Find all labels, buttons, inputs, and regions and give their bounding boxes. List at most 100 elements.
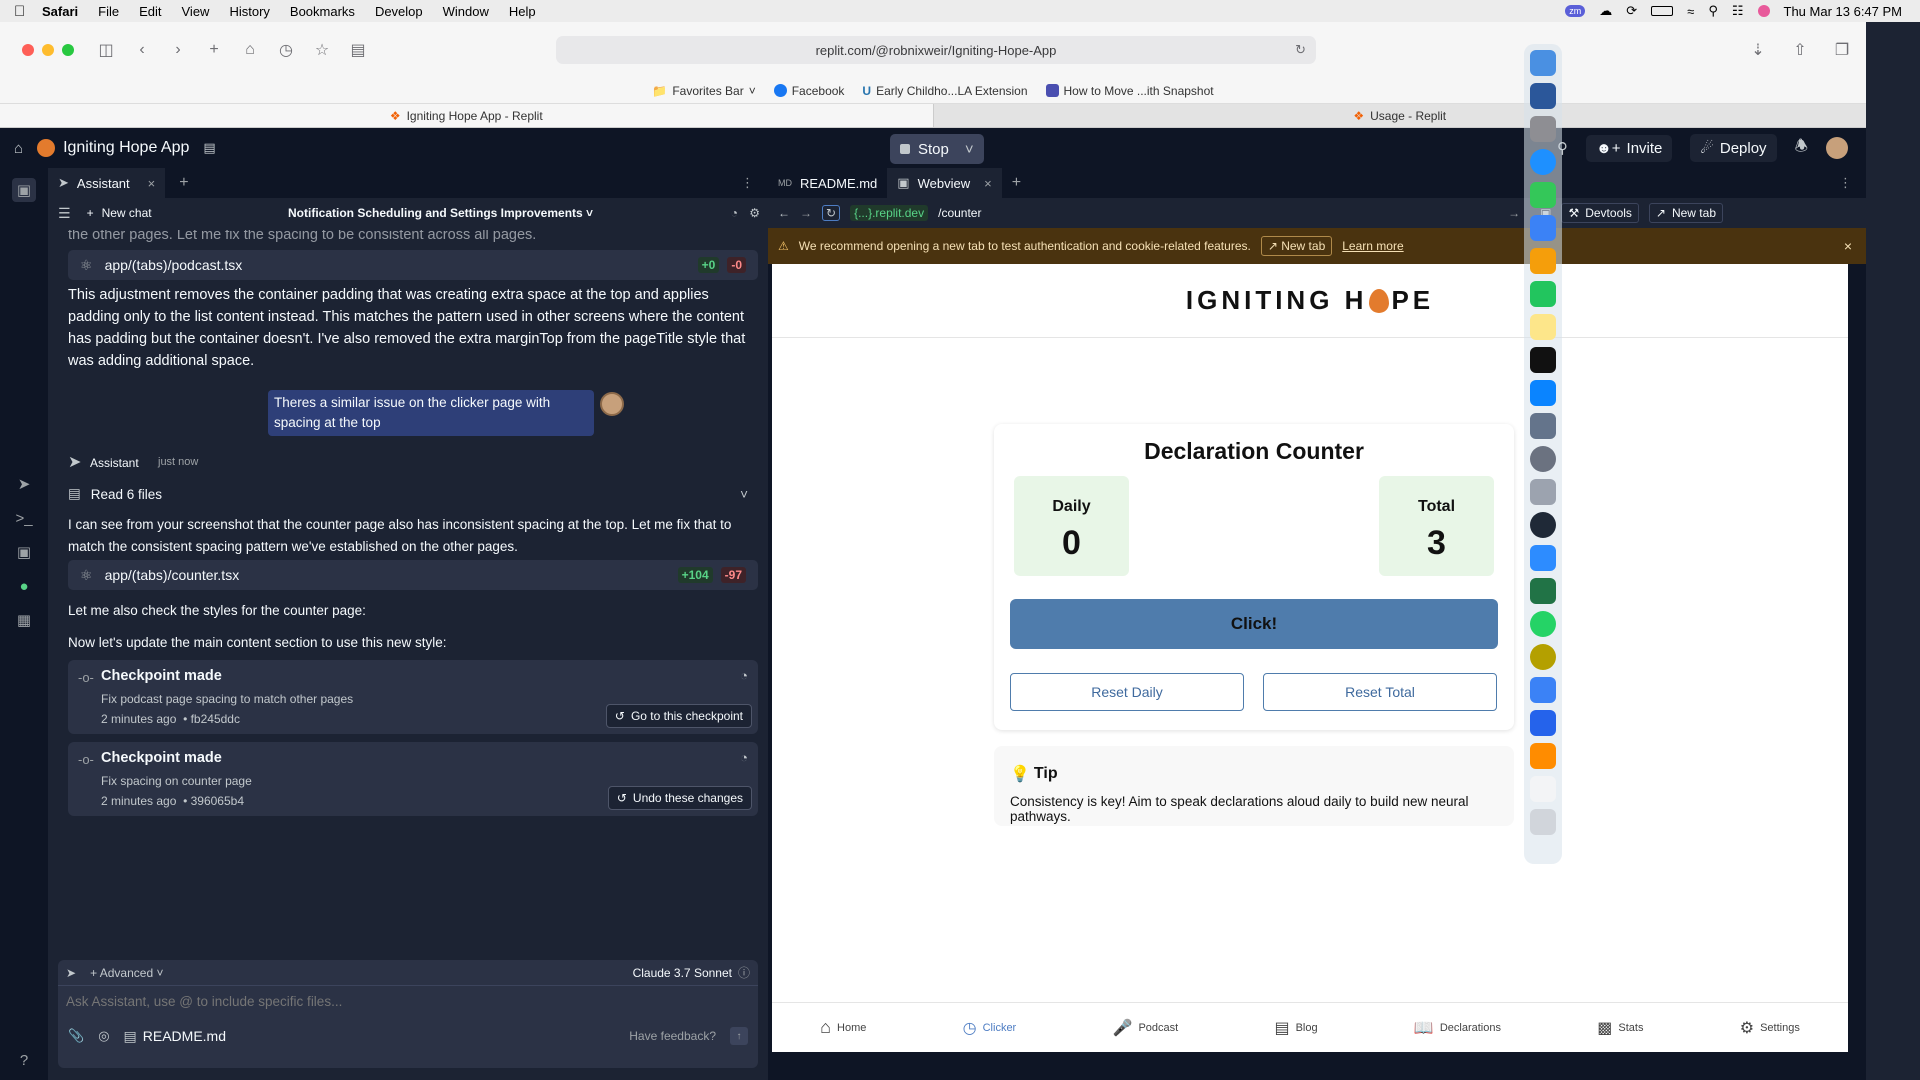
nav-settings[interactable]: ⚙ Settings [1740, 1018, 1800, 1038]
open-new-tab-button[interactable]: ↗ New tab [1648, 203, 1723, 223]
nav-stats[interactable]: ▩ Stats [1597, 1018, 1643, 1038]
spotlight-icon[interactable]: ⚲ [1708, 3, 1718, 19]
forward-arrow-icon[interactable]: → [800, 206, 812, 220]
add-tab-icon[interactable]: + [1012, 174, 1021, 192]
speed-icon[interactable]: ◔ [731, 206, 738, 220]
deploy-button[interactable]: ☄ Deploy [1690, 134, 1777, 162]
tab-readme[interactable]: MD README.md [768, 168, 887, 198]
whatsapp-icon[interactable] [1530, 611, 1556, 637]
menu-app-name[interactable]: Safari [42, 4, 78, 19]
apple-icon[interactable]:  [14, 3, 42, 20]
preview-icon[interactable]: ◔ [740, 750, 748, 765]
nav-clicker[interactable]: ◷ Clicker [963, 1018, 1017, 1038]
user-avatar[interactable] [1826, 137, 1848, 159]
close-window-button[interactable] [22, 44, 34, 56]
invite-button[interactable]: ☻+ Invite [1586, 134, 1673, 162]
menu-develop[interactable]: Develop [375, 4, 423, 19]
reload-icon[interactable]: ↻ [1295, 42, 1306, 58]
clock-text[interactable]: Thu Mar 13 6:47 PM [1784, 4, 1903, 19]
facetime-icon[interactable] [1530, 281, 1556, 307]
trash-icon[interactable] [1530, 809, 1556, 835]
undo-changes-button[interactable]: ↺ Undo these changes [607, 786, 752, 810]
menu-file[interactable]: File [98, 4, 119, 19]
dismiss-warning-icon[interactable]: × [1844, 238, 1852, 254]
back-arrow-icon[interactable]: ← [778, 206, 790, 220]
chrome-canary-icon[interactable] [1530, 644, 1556, 670]
menu-edit[interactable]: Edit [139, 4, 161, 19]
safari-icon[interactable] [1530, 149, 1556, 175]
control-center-icon[interactable]: ☷ [1732, 3, 1744, 19]
go-arrow-icon[interactable]: → [1508, 206, 1520, 220]
attach-paperclip-icon[interactable]: 📎 [68, 1028, 84, 1044]
model-selector[interactable]: Claude 3.7 Sonnet [633, 966, 732, 980]
zoom-icon[interactable] [1530, 545, 1556, 571]
mention-icon[interactable]: ◎ [98, 1028, 109, 1044]
excel-icon[interactable] [1530, 578, 1556, 604]
document-icon[interactable] [1530, 776, 1556, 802]
webview-icon[interactable]: ▣ [12, 540, 36, 564]
mail-icon[interactable] [1530, 215, 1556, 241]
tab-assistant[interactable]: ➤ Assistant × [48, 168, 166, 198]
menu-bookmarks[interactable]: Bookmarks [290, 4, 355, 19]
git-icon[interactable]: ● [12, 574, 36, 598]
tab-webview[interactable]: ▣ Webview × [887, 168, 1002, 198]
download-icon[interactable]: ⇣ [1744, 36, 1772, 64]
more-options-icon[interactable]: ⋮ [1839, 175, 1852, 191]
home-icon[interactable]: ⌂ [14, 140, 23, 157]
xcode-icon[interactable] [1530, 677, 1556, 703]
file-change-chip[interactable]: ⚛ app/(tabs)/counter.tsx +104 -97 [68, 560, 758, 590]
read-files-row[interactable]: ▤ Read 6 files ˅ [68, 482, 758, 506]
stop-button[interactable]: Stop ˅ [890, 134, 984, 164]
finder-icon[interactable] [1530, 50, 1556, 76]
tab-overview-icon[interactable]: ❐ [1828, 36, 1856, 64]
messages-icon[interactable] [1530, 182, 1556, 208]
send-button[interactable]: ↑ [730, 1027, 748, 1045]
click-button[interactable]: Click! [1010, 599, 1498, 649]
new-tab-plus-icon[interactable]: + [200, 36, 228, 64]
zoom-status-icon[interactable]: zm [1565, 5, 1586, 17]
favorites-bar-folder[interactable]: 📁 Favorites Bar ˅ [652, 84, 755, 98]
repl-avatar-icon[interactable] [37, 139, 56, 157]
more-options-icon[interactable]: ⋮ [741, 175, 754, 191]
chat-title[interactable]: Notification Scheduling and Settings Imp… [288, 206, 593, 220]
forward-icon[interactable]: › [164, 36, 192, 64]
reset-total-button[interactable]: Reset Total [1263, 673, 1497, 711]
chat-history-menu-icon[interactable]: ☰ [58, 205, 71, 222]
files-icon[interactable]: ▣ [12, 178, 36, 202]
repl-info-icon[interactable]: ▤ [203, 140, 215, 156]
new-chat-button[interactable]: + New chat [87, 206, 152, 220]
chevron-down-icon[interactable]: ˅ [740, 487, 748, 502]
share-icon[interactable]: ⇧ [1786, 36, 1814, 64]
favorite-ucla-extension[interactable]: U Early Childho...LA Extension [862, 84, 1027, 98]
sync-icon[interactable]: ⟳ [1626, 3, 1637, 19]
system-settings-icon[interactable] [1530, 446, 1556, 472]
info-icon[interactable]: ⓘ [738, 964, 750, 981]
nav-declarations[interactable]: 📖 Declarations [1414, 1018, 1501, 1038]
menu-history[interactable]: History [229, 4, 269, 19]
photos-icon[interactable] [1530, 248, 1556, 274]
apple-tv-icon[interactable] [1530, 347, 1556, 373]
home-icon[interactable]: ⌂ [236, 36, 264, 64]
file-change-chip[interactable]: ⚛ app/(tabs)/podcast.tsx +0 -0 [68, 250, 758, 280]
history-icon[interactable]: ◷ [272, 36, 300, 64]
refresh-icon[interactable]: ↻ [822, 205, 841, 221]
attached-file-chip[interactable]: ▤ README.md [124, 1028, 226, 1045]
warning-new-tab-button[interactable]: ↗ New tab [1260, 236, 1333, 256]
notes-icon[interactable] [1530, 314, 1556, 340]
cloud-icon[interactable]: ☁ [1599, 3, 1612, 19]
shell-icon[interactable]: >_ [12, 506, 36, 530]
preview-icon[interactable]: ◔ [740, 668, 748, 683]
assistant-message-list[interactable]: the other pages. Let me fix the spacing … [48, 230, 768, 958]
nav-home[interactable]: ⌂ Home [820, 1017, 866, 1038]
menu-help[interactable]: Help [509, 4, 536, 19]
reader-icon[interactable]: ▤ [344, 36, 372, 64]
close-icon[interactable]: × [148, 176, 156, 191]
dev-domain-badge[interactable]: {...}.replit.dev [850, 205, 929, 221]
back-icon[interactable]: ‹ [128, 36, 156, 64]
preview-icon[interactable] [1530, 413, 1556, 439]
minimize-window-button[interactable] [42, 44, 54, 56]
siri-icon[interactable] [1757, 5, 1770, 17]
favorite-snapshot[interactable]: How to Move ...ith Snapshot [1045, 84, 1214, 98]
zoom-window-button[interactable] [62, 44, 74, 56]
sidebar-icon[interactable]: ◫ [92, 36, 120, 64]
